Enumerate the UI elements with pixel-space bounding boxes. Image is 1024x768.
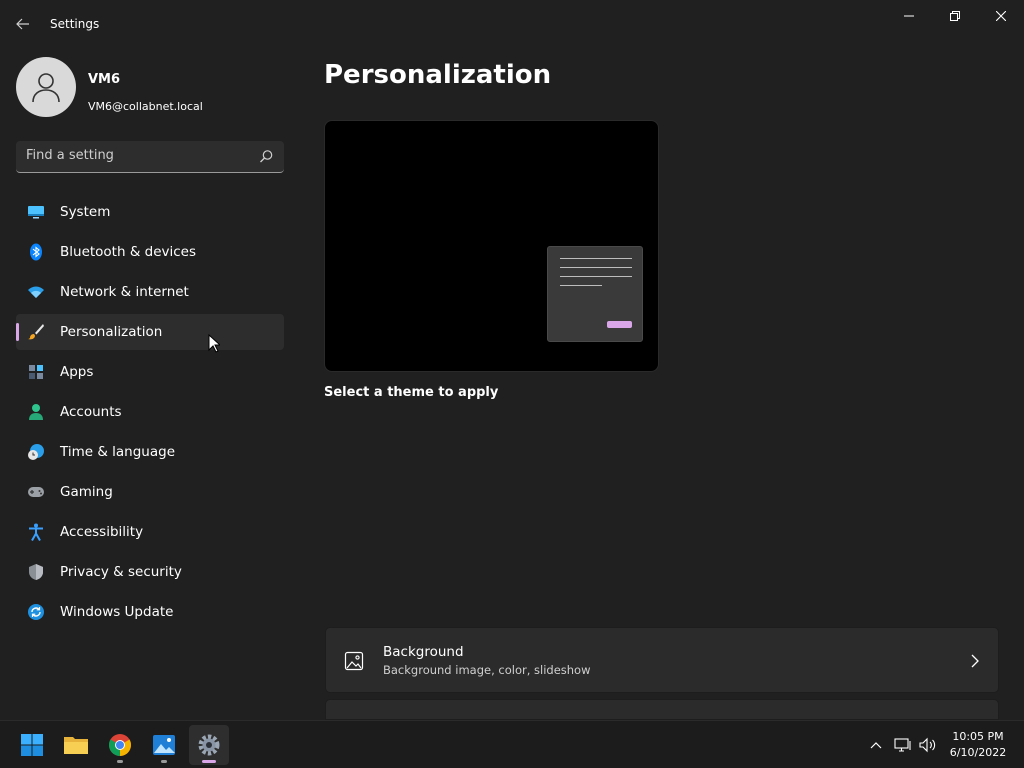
preview-window	[547, 246, 643, 342]
start-icon	[21, 734, 43, 756]
sidebar-item-label: Apps	[60, 364, 94, 380]
paintbrush-icon	[26, 322, 46, 342]
chrome-icon	[109, 734, 131, 756]
app-title: Settings	[50, 17, 100, 31]
speaker-icon	[919, 737, 936, 753]
taskbar: 10:05 PM 6/10/2022	[0, 720, 1024, 768]
accessibility-icon	[26, 522, 46, 542]
shield-icon	[26, 562, 46, 582]
mouse-cursor-icon	[208, 334, 220, 353]
restore-button[interactable]	[932, 0, 978, 32]
profile-email: VM6@collabnet.local	[88, 100, 203, 113]
sidebar-item-apps[interactable]: Apps	[16, 354, 284, 390]
profile-name: VM6	[88, 72, 121, 87]
taskbar-photos[interactable]	[144, 725, 184, 765]
next-setting-card[interactable]	[325, 699, 999, 720]
minimize-icon	[904, 15, 914, 17]
preview-accent-button	[607, 321, 632, 328]
theme-preview	[324, 120, 659, 372]
sidebar-item-label: Accessibility	[60, 524, 144, 540]
sidebar-item-label: Gaming	[60, 484, 113, 500]
preview-line	[560, 285, 602, 286]
wifi-icon	[26, 282, 46, 302]
sidebar-item-label: Network & internet	[60, 284, 189, 300]
running-indicator	[161, 760, 167, 763]
sidebar-item-system[interactable]: System	[16, 194, 284, 230]
file-explorer-icon	[64, 737, 88, 754]
search-icon[interactable]	[258, 149, 274, 165]
person-icon	[26, 402, 46, 422]
sidebar-item-personalization[interactable]: Personalization	[16, 314, 284, 350]
clock-globe-icon	[26, 442, 46, 462]
nav-list: System Bluetooth & devices Network & int…	[16, 194, 284, 634]
taskbar-clock[interactable]: 10:05 PM 6/10/2022	[940, 729, 1016, 761]
sidebar-item-label: Personalization	[60, 324, 163, 340]
sidebar-item-accessibility[interactable]: Accessibility	[16, 514, 284, 550]
sidebar-item-label: System	[60, 204, 111, 220]
volume-tray-button[interactable]	[918, 735, 938, 755]
card-subtitle: Background image, color, slideshow	[383, 663, 591, 677]
running-indicator	[117, 760, 123, 763]
sidebar-item-bluetooth[interactable]: Bluetooth & devices	[16, 234, 284, 270]
sidebar-item-label: Bluetooth & devices	[60, 244, 197, 260]
sidebar-item-network[interactable]: Network & internet	[16, 274, 284, 310]
chevron-right-icon	[971, 654, 979, 668]
sidebar: VM6 VM6@collabnet.local Find a setting S…	[0, 48, 300, 720]
taskbar-chrome[interactable]	[100, 725, 140, 765]
network-tray-button[interactable]	[893, 735, 913, 755]
title-bar: Settings	[0, 0, 1024, 48]
avatar	[16, 57, 76, 117]
running-indicator	[202, 760, 216, 763]
theme-hint: Select a theme to apply	[324, 385, 499, 400]
image-icon	[344, 651, 364, 671]
restore-icon	[950, 11, 960, 21]
clock-time: 10:05 PM	[952, 730, 1004, 743]
apps-icon	[26, 362, 46, 382]
close-button[interactable]	[978, 0, 1024, 32]
back-arrow-icon	[16, 18, 29, 30]
settings-icon	[198, 734, 220, 756]
taskbar-settings[interactable]	[189, 725, 229, 765]
sidebar-item-privacy[interactable]: Privacy & security	[16, 554, 284, 590]
sidebar-item-accounts[interactable]: Accounts	[16, 394, 284, 430]
back-button[interactable]	[8, 10, 38, 38]
update-icon	[26, 602, 46, 622]
background-setting-card[interactable]: Background Background image, color, slid…	[325, 627, 999, 693]
preview-line	[560, 267, 632, 268]
monitor-icon	[26, 202, 46, 222]
photos-icon	[153, 735, 175, 755]
preview-line	[560, 276, 632, 277]
clock-date: 6/10/2022	[949, 746, 1007, 759]
minimize-button[interactable]	[886, 0, 932, 32]
chevron-up-icon	[870, 742, 882, 749]
taskbar-file-explorer[interactable]	[56, 725, 96, 765]
user-profile[interactable]: VM6 VM6@collabnet.local	[16, 57, 286, 117]
search-input[interactable]: Find a setting	[26, 148, 114, 163]
start-button[interactable]	[12, 725, 52, 765]
sidebar-item-label: Accounts	[60, 404, 122, 420]
preview-line	[560, 258, 632, 259]
card-title: Background	[383, 644, 464, 660]
page-title: Personalization	[324, 60, 552, 90]
main-content: Personalization Select a theme to apply …	[300, 48, 1024, 720]
search-box[interactable]: Find a setting	[16, 141, 284, 173]
network-monitor-icon	[894, 738, 911, 752]
bluetooth-icon	[26, 242, 46, 262]
sidebar-item-gaming[interactable]: Gaming	[16, 474, 284, 510]
sidebar-item-time-language[interactable]: Time & language	[16, 434, 284, 470]
close-icon	[996, 11, 1006, 21]
sidebar-item-windows-update[interactable]: Windows Update	[16, 594, 284, 630]
sidebar-item-label: Privacy & security	[60, 564, 182, 580]
sidebar-item-label: Windows Update	[60, 604, 174, 620]
gamepad-icon	[26, 482, 46, 502]
user-avatar-icon	[32, 73, 60, 103]
sidebar-item-label: Time & language	[60, 444, 176, 460]
show-hidden-icons-button[interactable]	[866, 735, 886, 755]
